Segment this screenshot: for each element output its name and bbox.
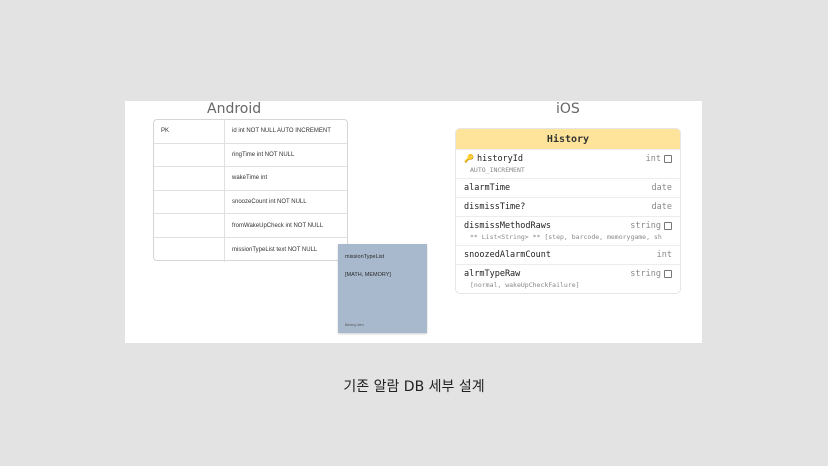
table-value-cell: id int NOT NULL AUTO INCREMENT — [232, 128, 331, 135]
table-row: fromWakeUpCheck int NOT NULL — [154, 214, 347, 238]
attribute-name: alarmTime — [464, 183, 511, 193]
table-value-cell: snoozeCount int NOT NULL — [232, 199, 307, 206]
table-key-cell — [154, 237, 225, 262]
table-key-cell — [154, 190, 225, 214]
table-key-cell — [154, 167, 225, 190]
sticky-note-body: [MATH, MEMORY] — [345, 272, 391, 278]
optional-checkbox-icon — [664, 270, 672, 278]
table-row: snoozeCount int NOT NULL — [154, 190, 347, 215]
table-value-cell: fromWakeUpCheck int NOT NULL — [232, 222, 324, 229]
table-row: missionTypeList text NOT NULL — [154, 237, 347, 262]
sticky-note-title: missionTypeList — [345, 254, 385, 260]
attribute-type: date — [651, 202, 672, 212]
slide-caption: 기존 알람 DB 세부 설계 — [343, 379, 485, 395]
slide-canvas: Android iOS PK id int NOT NULL AUTO INCR… — [125, 101, 702, 343]
optional-checkbox-icon — [664, 155, 672, 163]
attribute-note: [normal, wakeUpCheckFailure] — [470, 281, 580, 289]
ios-heading: iOS — [556, 101, 580, 117]
entity-attribute: alrmTypeRaw string [normal, wakeUpCheckF… — [456, 264, 680, 293]
attribute-name: dismissMethodRaws — [464, 221, 551, 231]
table-row: wakeTime int — [154, 167, 347, 191]
attribute-name: dismissTime? — [464, 202, 526, 212]
table-row: PK id int NOT NULL AUTO INCREMENT — [154, 120, 347, 144]
entity-attribute: 🔑 historyId int AUTO_INCREMENT — [456, 149, 680, 178]
sticky-note[interactable]: missionTypeList [MATH, MEMORY] Benny kim — [338, 244, 427, 333]
entity-attribute: alarmTime date — [456, 178, 680, 197]
attribute-name: snoozedAlarmCount — [464, 250, 551, 260]
attribute-name: historyId — [476, 154, 524, 164]
entity-attribute: snoozedAlarmCount int — [456, 245, 680, 264]
attribute-type: string — [630, 221, 661, 231]
entity-attribute: dismissMethodRaws string ** List<String>… — [456, 216, 680, 245]
attribute-type: date — [651, 183, 672, 193]
table-key-cell — [154, 214, 225, 237]
attribute-type: string — [630, 269, 661, 279]
attribute-note: ** List<String> ** [step, barcode, memor… — [470, 233, 662, 241]
sticky-note-author: Benny kim — [345, 322, 364, 327]
key-icon: 🔑 — [464, 154, 474, 163]
table-value-cell: ringTime int NOT NULL — [232, 151, 295, 158]
android-schema-table: PK id int NOT NULL AUTO INCREMENT ringTi… — [153, 119, 348, 262]
attribute-name: alrmTypeRaw — [464, 269, 521, 279]
android-heading: Android — [207, 101, 262, 117]
table-key-cell: PK — [154, 120, 225, 143]
attribute-type: int — [645, 154, 661, 164]
optional-checkbox-icon — [664, 222, 672, 230]
entity-attribute: dismissTime? date — [456, 197, 680, 216]
table-value-cell: missionTypeList text NOT NULL — [232, 246, 318, 253]
table-row: ringTime int NOT NULL — [154, 143, 347, 168]
entity-title: History — [456, 129, 680, 149]
table-value-cell: wakeTime int — [232, 175, 268, 182]
history-entity: History 🔑 historyId int AUTO_INCREMENT al… — [455, 128, 681, 294]
attribute-type: int — [656, 250, 672, 260]
table-key-cell — [154, 143, 225, 167]
attribute-note: AUTO_INCREMENT — [470, 166, 525, 174]
